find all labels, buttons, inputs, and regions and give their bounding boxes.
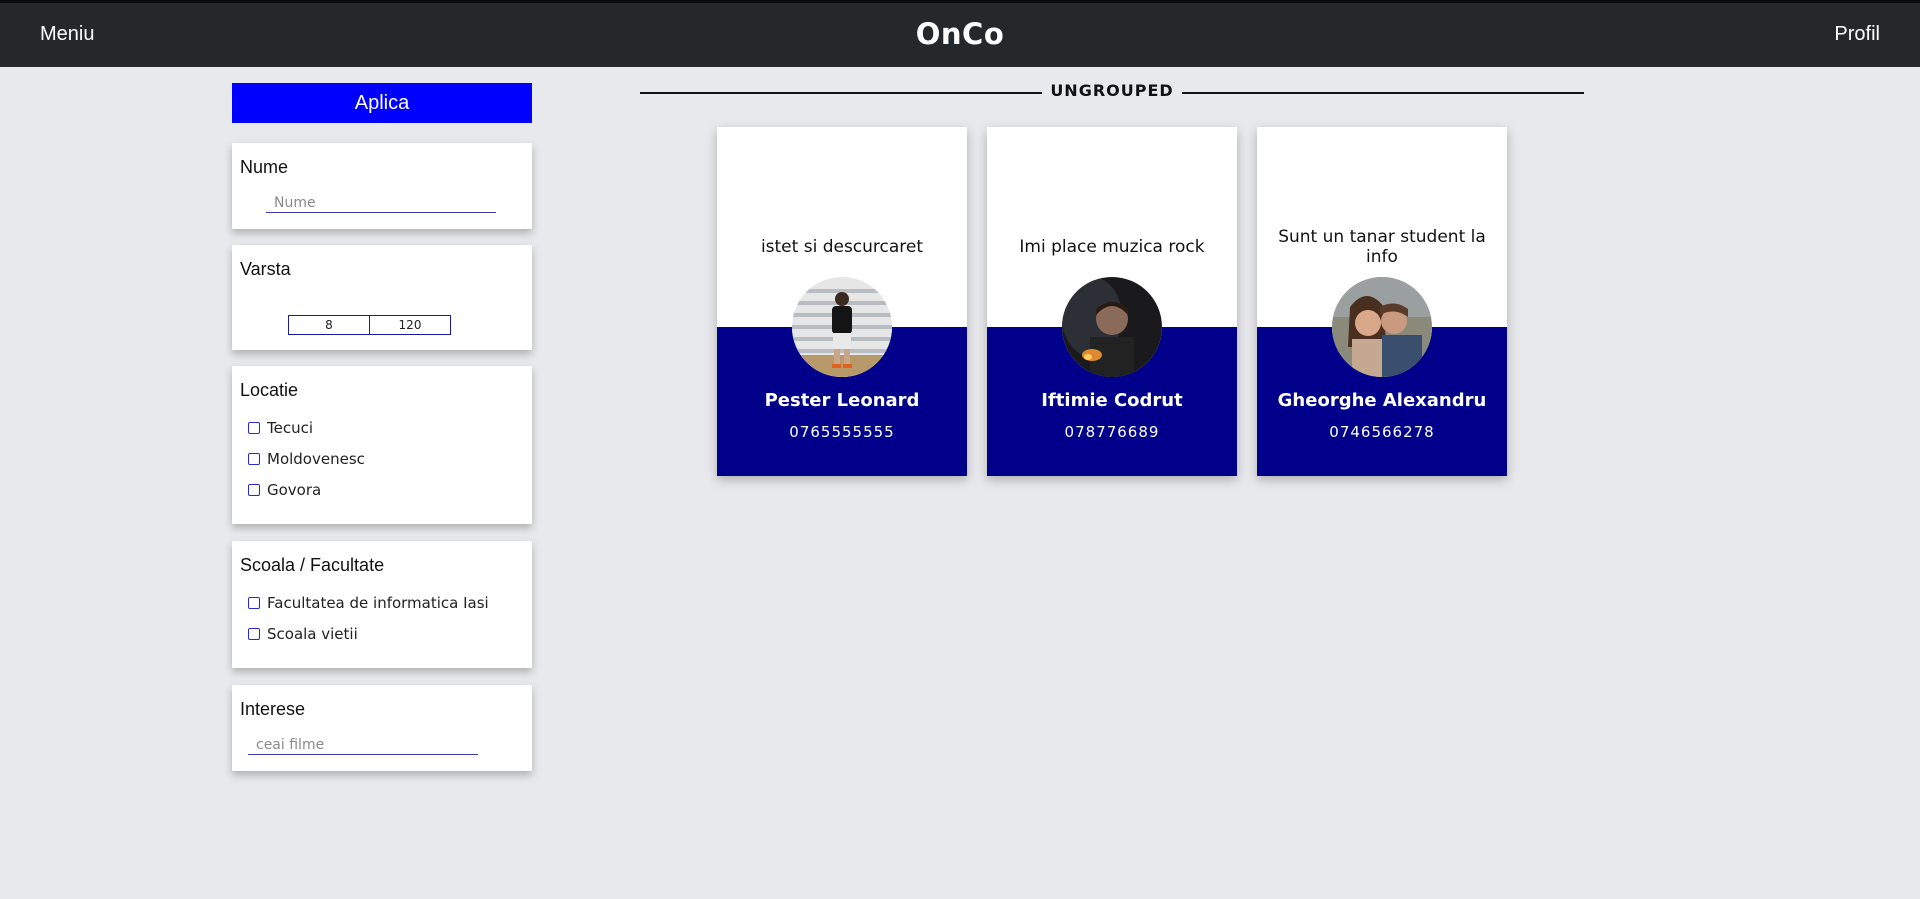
- name-input[interactable]: [266, 193, 496, 213]
- interests-filter-title: Interese: [240, 699, 306, 719]
- top-navbar: Meniu OnCo Profil: [0, 0, 1920, 67]
- name-filter-title: Nume: [240, 157, 289, 177]
- checkbox[interactable]: [248, 628, 260, 640]
- school-option-label: Facultatea de informatica Iasi: [267, 594, 489, 612]
- checkbox[interactable]: [248, 453, 260, 465]
- school-option[interactable]: Facultatea de informatica Iasi: [248, 594, 489, 612]
- name-filter-panel: Nume: [232, 143, 532, 229]
- location-option-label: Govora: [267, 481, 322, 499]
- card-description: Sunt un tanar student la info: [1278, 227, 1486, 267]
- contact-card[interactable]: Sunt un tanar student la info Gheorghe A…: [1257, 127, 1507, 476]
- age-min-input[interactable]: 8: [288, 315, 370, 335]
- location-option[interactable]: Moldovenesc: [248, 450, 365, 468]
- card-description: Imi place muzica rock: [1019, 237, 1205, 257]
- card-phone: 0746566278: [1329, 423, 1435, 441]
- contact-card[interactable]: istet si descurcaret Pester Leonard 0765…: [717, 127, 967, 476]
- school-filter-title: Scoala / Facultate: [240, 555, 385, 575]
- location-option-label: Tecuci: [267, 419, 314, 437]
- age-filter-title: Varsta: [240, 259, 291, 279]
- section-heading: UNGROUPED: [640, 79, 1584, 105]
- location-option-label: Moldovenesc: [267, 450, 365, 468]
- school-filter-panel: Scoala / Facultate Facultatea de informa…: [232, 541, 532, 668]
- avatar: [1332, 277, 1432, 377]
- card-phone: 0765555555: [789, 423, 895, 441]
- location-option[interactable]: Govora: [248, 481, 321, 499]
- interests-filter-panel: Interese: [232, 685, 532, 771]
- interests-input[interactable]: [248, 735, 478, 755]
- card-description: istet si descurcaret: [760, 237, 924, 257]
- card-name: Gheorghe Alexandru: [1277, 390, 1487, 411]
- apply-filters-button[interactable]: Aplica: [232, 83, 532, 123]
- profile-button[interactable]: Profil: [1834, 23, 1880, 46]
- section-title: UNGROUPED: [1050, 81, 1174, 100]
- checkbox[interactable]: [248, 422, 260, 434]
- location-option[interactable]: Tecuci: [248, 419, 313, 437]
- checkbox[interactable]: [248, 484, 260, 496]
- school-option[interactable]: Scoala vietii: [248, 625, 358, 643]
- age-filter-panel: Varsta 8 120: [232, 245, 532, 350]
- age-max-input[interactable]: 120: [369, 315, 451, 335]
- avatar: [1062, 277, 1162, 377]
- location-filter-title: Locatie: [240, 380, 299, 400]
- school-option-label: Scoala vietii: [267, 625, 358, 643]
- checkbox[interactable]: [248, 597, 260, 609]
- card-name: Iftimie Codrut: [1041, 390, 1183, 411]
- card-phone: 078776689: [1064, 423, 1160, 441]
- app-logo[interactable]: OnCo: [0, 17, 1920, 51]
- contact-card[interactable]: Imi place muzica rock Iftimie Codrut 078…: [987, 127, 1237, 476]
- location-filter-panel: Locatie Tecuci Moldovenesc Govora: [232, 366, 532, 524]
- avatar: [792, 277, 892, 377]
- card-name: Pester Leonard: [764, 390, 920, 411]
